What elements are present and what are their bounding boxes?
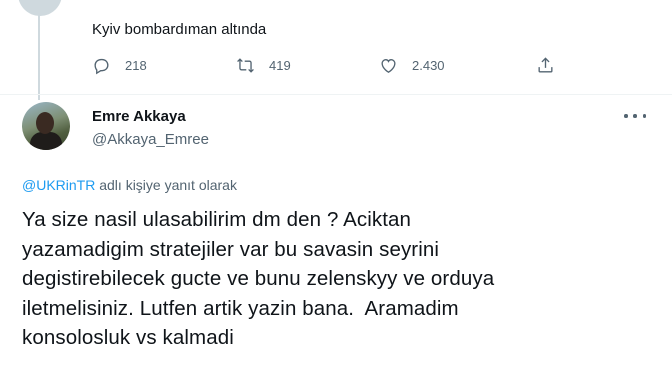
reply-icon [94,58,109,75]
display-name[interactable]: Emre Akkaya [92,108,186,125]
tweet-divider [0,94,672,95]
retweet-button[interactable]: 419 [236,56,291,75]
share-icon [538,57,553,73]
tweet-actions: 218 419 2.430 [92,56,562,78]
tweet-text: Ya size nasil ulasabilirim dm den ? Acik… [22,208,495,349]
share-button[interactable] [536,56,555,75]
reply-context-text: adlı kişiye yanıt olarak [95,177,237,193]
user-handle[interactable]: @Akkaya_Emree [92,131,209,148]
reply-mention-link[interactable]: @UKRinTR [22,177,95,193]
retweet-count: 419 [269,58,291,73]
like-count: 2.430 [412,58,445,73]
thread-line [38,0,40,100]
reply-count: 218 [125,58,147,73]
reply-context: @UKRinTR adlı kişiye yanıt olarak [22,177,237,193]
like-button[interactable]: 2.430 [379,56,445,75]
reply-button[interactable]: 218 [92,56,147,75]
previous-tweet-avatar[interactable] [18,0,62,16]
heart-icon [381,59,396,74]
previous-tweet-text: Kyiv bombardıman altında [92,21,267,38]
more-icon[interactable] [624,107,646,125]
avatar[interactable] [22,102,70,150]
retweet-icon [237,58,254,73]
